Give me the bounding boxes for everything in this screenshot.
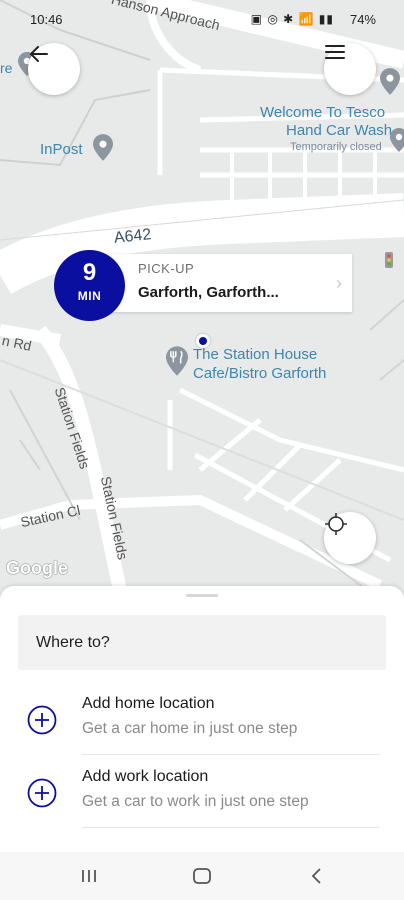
- add-work-location-item[interactable]: Add work location Get a car to work in j…: [0, 758, 404, 830]
- crosshair-icon: [325, 513, 347, 535]
- restaurant-pin-icon: [166, 346, 188, 376]
- recenter-button[interactable]: [324, 512, 376, 564]
- recent-apps-icon[interactable]: [78, 864, 100, 888]
- place-tesco-name-1: Welcome To Tesco: [260, 104, 386, 121]
- traffic-light-icon: [385, 252, 393, 268]
- pickup-address: Garforth, Garforth...: [138, 284, 279, 301]
- place-tesco-name-2: Hand Car Wash: [286, 122, 393, 139]
- menu-button[interactable]: [324, 43, 376, 95]
- arrow-left-icon: [30, 46, 48, 62]
- hamburger-menu-icon: [325, 45, 345, 59]
- place-inpost-name: InPost: [40, 141, 83, 158]
- map-view[interactable]: 10:46 ▣ ◎ ✱ 📶 ▮▮ 74% Hanson Approach A64…: [0, 0, 404, 610]
- eta-badge: 9 MIN: [54, 250, 125, 321]
- place-cafe-name-2: Cafe/Bistro Garforth: [193, 365, 327, 382]
- pickup-card[interactable]: PICK-UP Garforth, Garforth... ›: [100, 254, 352, 312]
- place-tesco-status: Temporarily closed: [290, 141, 382, 153]
- place-cafe-name-1: The Station House: [193, 346, 318, 363]
- add-home-subtitle: Get a car home in just one step: [82, 720, 298, 737]
- divider: [82, 827, 380, 828]
- back-nav-icon[interactable]: [306, 864, 328, 888]
- add-circle-icon: [27, 778, 57, 808]
- sheet-drag-handle[interactable]: [186, 594, 218, 597]
- destination-search-field[interactable]: Where to?: [18, 615, 386, 670]
- destination-search-placeholder: Where to?: [36, 634, 110, 651]
- add-home-location-item[interactable]: Add home location Get a car home in just…: [0, 685, 404, 757]
- eta-unit: MIN: [77, 289, 102, 303]
- place-partial-label: re: [0, 60, 13, 76]
- status-time: 10:46: [30, 12, 63, 27]
- place-pin-icon: [93, 134, 113, 161]
- eta-value: 9: [82, 259, 97, 286]
- status-icons: ▣ ◎ ✱ 📶 ▮▮: [250, 12, 334, 26]
- place-pin-icon: [380, 68, 400, 95]
- add-circle-icon: [27, 705, 57, 735]
- divider: [82, 754, 380, 755]
- battery-level: 74%: [349, 12, 376, 27]
- add-work-title: Add work location: [82, 768, 209, 785]
- back-button[interactable]: [28, 43, 80, 95]
- add-home-title: Add home location: [82, 695, 215, 712]
- pickup-label: PICK-UP: [138, 261, 195, 276]
- map-attribution-logo: Google: [6, 558, 68, 578]
- home-icon[interactable]: [191, 864, 213, 888]
- bottom-sheet: Where to? Add home location Get a car ho…: [0, 586, 404, 852]
- place-pin-icon: [390, 128, 404, 152]
- current-position-marker: [196, 334, 210, 348]
- chevron-right-icon: ›: [336, 273, 342, 293]
- add-work-subtitle: Get a car to work in just one step: [82, 793, 309, 810]
- system-navigation-bar: [0, 852, 404, 900]
